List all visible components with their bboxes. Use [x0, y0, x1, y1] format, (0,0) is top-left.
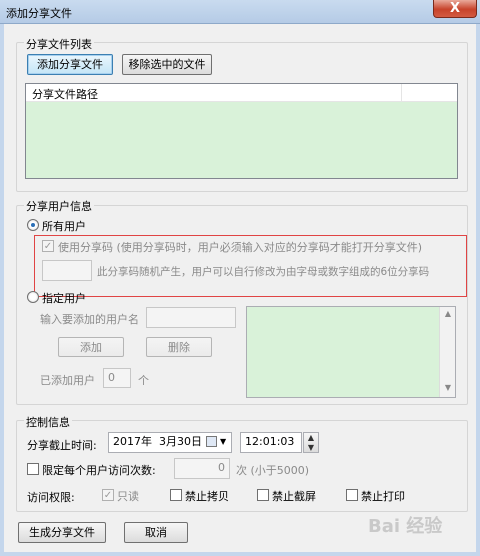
file-table-header: 分享文件路径	[26, 84, 457, 102]
no-copy-checkbox[interactable]	[170, 489, 182, 501]
specified-users-radio[interactable]	[27, 291, 39, 303]
permission-label: 访问权限:	[27, 491, 75, 504]
cancel-button[interactable]: 取消	[124, 522, 188, 543]
add-user-button[interactable]: 添加	[58, 337, 124, 357]
deadline-date-picker[interactable]: 2017年 3月30日 ▼	[108, 432, 232, 453]
limit-visits-checkbox[interactable]	[27, 463, 39, 475]
added-users-unit: 个	[138, 374, 149, 387]
spin-down-icon[interactable]: ▼	[304, 443, 318, 452]
close-button[interactable]: X	[433, 0, 477, 18]
user-list[interactable]: ▲ ▼	[246, 306, 456, 398]
spin-up-icon[interactable]: ▲	[304, 433, 318, 442]
title-bar	[0, 0, 480, 24]
control-group-label: 控制信息	[24, 414, 72, 430]
delete-user-button[interactable]: 删除	[146, 337, 212, 357]
files-group-label: 分享文件列表	[24, 36, 94, 52]
watermark-logo: Bai 经验	[368, 516, 443, 537]
limit-visits-input[interactable]: 0	[174, 458, 230, 479]
scroll-up-icon[interactable]: ▲	[440, 309, 456, 318]
scroll-down-icon[interactable]: ▼	[440, 383, 456, 392]
time-spinner[interactable]: ▲ ▼	[303, 432, 319, 453]
use-code-label: 使用分享码 (使用分享码时，用户必须输入对应的分享码才能打开分享文件)	[58, 241, 423, 254]
added-users-count: 0	[103, 368, 131, 388]
column-divider	[401, 84, 402, 102]
share-code-hint: 此分享码随机产生，用户可以自行修改为由字母或数字组成的6位分享码	[97, 266, 430, 278]
specified-users-label[interactable]: 指定用户	[42, 290, 86, 306]
use-code-checkbox[interactable]: ✓	[42, 240, 54, 252]
calendar-icon[interactable]	[206, 436, 217, 447]
all-users-radio[interactable]	[27, 219, 39, 231]
share-code-input[interactable]	[42, 260, 92, 281]
file-table-body[interactable]	[26, 102, 457, 178]
add-file-button[interactable]: 添加分享文件	[27, 54, 113, 75]
read-only-label: 只读	[117, 490, 139, 503]
generate-button[interactable]: 生成分享文件	[18, 522, 106, 543]
no-print-checkbox[interactable]	[346, 489, 358, 501]
deadline-date-value: 2017年 3月30日	[113, 435, 202, 448]
no-screenshot-label[interactable]: 禁止截屏	[272, 488, 316, 504]
limit-visits-label[interactable]: 限定每个用户访问次数:	[42, 462, 156, 478]
users-group-label: 分享用户信息	[24, 198, 94, 214]
deadline-time-input[interactable]: 12:01:03	[240, 432, 302, 453]
read-only-checkbox[interactable]: ✓	[102, 489, 114, 501]
deadline-label: 分享截止时间:	[27, 439, 97, 452]
remove-file-button[interactable]: 移除选中的文件	[122, 54, 212, 75]
no-print-label[interactable]: 禁止打印	[361, 488, 405, 504]
no-copy-label[interactable]: 禁止拷贝	[185, 488, 229, 504]
column-header-file-path[interactable]: 分享文件路径	[32, 86, 98, 102]
added-users-label: 已添加用户	[40, 374, 95, 387]
limit-visits-unit: 次 (小于5000)	[236, 464, 310, 477]
chevron-down-icon[interactable]: ▼	[220, 433, 226, 451]
username-label: 输入要添加的用户名	[40, 313, 139, 326]
all-users-label[interactable]: 所有用户	[42, 218, 86, 234]
window-title: 添加分享文件	[6, 7, 72, 20]
user-list-scrollbar[interactable]: ▲ ▼	[439, 307, 455, 397]
username-input[interactable]	[146, 307, 236, 328]
file-table[interactable]: 分享文件路径	[25, 83, 458, 179]
no-screenshot-checkbox[interactable]	[257, 489, 269, 501]
